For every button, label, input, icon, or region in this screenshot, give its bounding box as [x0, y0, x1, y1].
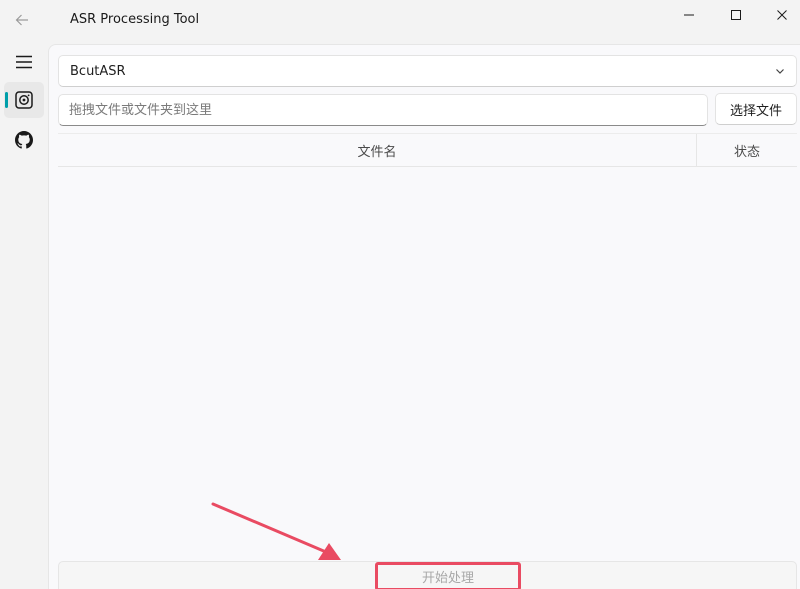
- back-arrow-icon: [15, 14, 28, 26]
- asr-engine-dropdown[interactable]: BcutASR: [58, 55, 797, 87]
- selected-indicator: [5, 92, 8, 108]
- start-processing-label: 开始处理: [375, 562, 521, 589]
- github-icon: [15, 131, 33, 149]
- app-title: ASR Processing Tool: [70, 12, 200, 27]
- menu-icon: [16, 55, 32, 69]
- close-button[interactable]: [759, 0, 800, 30]
- sidebar-item-asr[interactable]: [4, 82, 44, 118]
- sidebar-nav: [0, 44, 48, 589]
- start-processing-button[interactable]: 开始处理: [58, 561, 797, 589]
- back-button[interactable]: [8, 6, 36, 34]
- column-header-filename[interactable]: 文件名: [58, 134, 697, 167]
- sidebar-item-github[interactable]: [4, 122, 44, 158]
- asr-engine-selected: BcutASR: [70, 63, 126, 79]
- table-header: 文件名 状态: [58, 133, 797, 167]
- asr-icon: [15, 91, 33, 109]
- title-bar: ASR Processing Tool: [0, 0, 800, 44]
- maximize-button[interactable]: [713, 0, 759, 30]
- main-content: BcutASR 选择文件 文件名 状态 开始处理: [48, 44, 800, 589]
- close-icon: [777, 10, 787, 20]
- file-table: 文件名 状态: [58, 133, 797, 553]
- minimize-button[interactable]: [666, 0, 712, 30]
- file-drop-input[interactable]: [58, 94, 708, 126]
- maximize-icon: [731, 10, 741, 20]
- nav-menu-button[interactable]: [4, 44, 44, 80]
- chevron-down-icon: [776, 69, 784, 74]
- minimize-icon: [684, 14, 694, 16]
- column-header-status[interactable]: 状态: [697, 134, 797, 167]
- select-file-button[interactable]: 选择文件: [715, 93, 797, 125]
